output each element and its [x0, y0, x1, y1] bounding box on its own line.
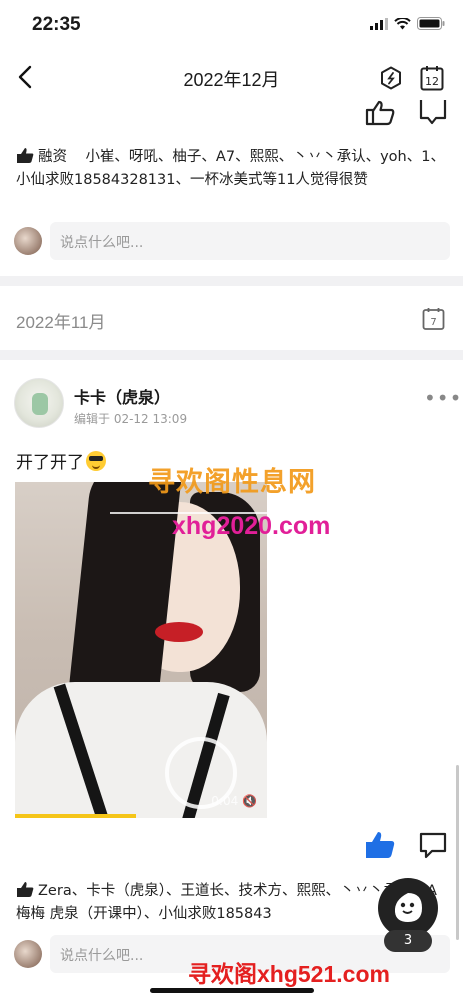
hexagon-icon[interactable] — [380, 66, 402, 90]
thumbs-up-icon — [17, 882, 34, 897]
signal-icon — [370, 17, 388, 30]
month-section: 2022年11月 7 — [0, 288, 463, 350]
home-indicator[interactable] — [150, 988, 314, 993]
divider — [0, 350, 463, 360]
status-time: 22:35 — [32, 14, 81, 35]
scrollbar[interactable] — [456, 765, 459, 940]
post-actions — [0, 828, 463, 864]
like-filled-icon[interactable] — [364, 830, 396, 860]
sunglasses-emoji-icon — [86, 451, 106, 471]
divider — [0, 276, 463, 286]
floating-assistant-button[interactable] — [378, 878, 438, 938]
prev-post-actions — [0, 100, 463, 130]
post-author[interactable]: 卡卡（虎泉） — [74, 384, 170, 408]
like-icon[interactable] — [364, 100, 396, 126]
post-avatar[interactable] — [14, 378, 64, 428]
nav-calendar-day: 12 — [425, 75, 439, 88]
prev-post-likes: 融资 小崔、呀吼、柚子、A7、熙熙、丶丷丶承认、yoh、1、小仙求败185843… — [16, 146, 452, 192]
comment-icon[interactable] — [418, 100, 448, 126]
more-options-icon[interactable]: ••• — [424, 386, 462, 410]
month-label: 2022年11月 — [16, 313, 106, 332]
calendar-icon[interactable]: 7 — [422, 307, 446, 331]
thumbs-up-icon — [17, 148, 34, 163]
video-time-text: 0:04 — [211, 794, 239, 808]
ghost-icon — [394, 893, 422, 922]
avatar — [14, 227, 42, 255]
post-text: 开了开了 — [16, 448, 106, 473]
comment-input[interactable]: 说点什么吧... — [50, 222, 450, 260]
fab-count-badge: 3 — [384, 930, 432, 952]
likes-names[interactable]: 小崔、呀吼、柚子、A7、熙熙、丶丷丶承认、yoh、1、小仙求败185843281… — [16, 149, 445, 188]
watermark-bottom: 寻欢阁xhg521.com — [188, 961, 390, 987]
watermark-text: 寻欢阁性息网 — [148, 467, 316, 498]
post-text-content: 开了开了 — [16, 453, 84, 473]
month-calendar-day: 7 — [430, 317, 436, 328]
avatar — [14, 940, 42, 968]
mute-icon[interactable]: 🔇 — [242, 794, 257, 808]
comment-icon[interactable] — [418, 832, 448, 860]
watermark-url: xhg2020.com — [172, 512, 331, 540]
avatar-figure — [32, 393, 48, 415]
video-time[interactable]: 0:04 🔇 — [211, 794, 257, 808]
battery-icon — [417, 17, 445, 30]
prev-comment-row: 说点什么吧... — [14, 222, 450, 260]
likes-label: 融资 — [38, 149, 67, 165]
video-subject-lips — [155, 622, 203, 642]
video-progress-bar[interactable] — [15, 814, 136, 818]
calendar-icon[interactable]: 12 — [420, 65, 444, 91]
likes-names[interactable]: Zera、卡卡（虎泉）、王道长、技术方、熙熙、丶丷丶承认、A 梅梅 虎泉（开课中… — [16, 883, 437, 922]
status-icons — [370, 17, 445, 30]
post-timestamp: 编辑于 02-12 13:09 — [74, 412, 188, 426]
nav-bar: 2022年12月 12 — [0, 52, 463, 102]
wifi-icon — [394, 17, 411, 29]
status-bar: 22:35 — [0, 0, 463, 50]
